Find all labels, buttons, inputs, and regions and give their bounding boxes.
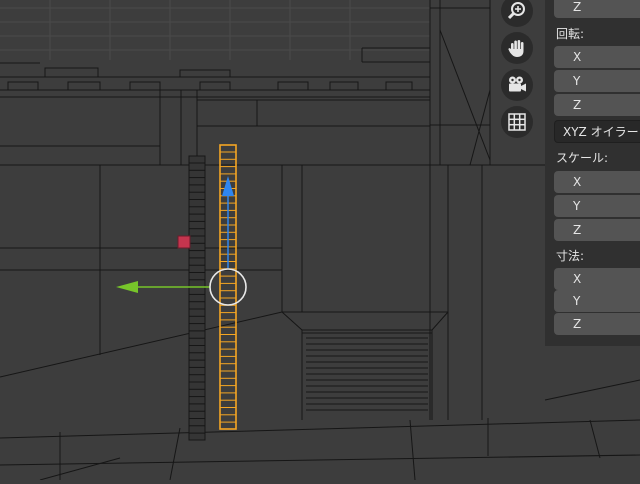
rotation-mode-value: XYZ オイラー (563, 125, 639, 139)
scale-y-axis-label: Y (573, 199, 581, 213)
location-z-axis-label: Z (573, 0, 582, 14)
location-z-field[interactable]: Z 0 (554, 0, 640, 18)
rotation-label: 回転: (556, 27, 585, 41)
transform-sidebar: Z 0 回転: X Y Z XYZ オイラー スケール: X Y Z 寸法: X… (545, 0, 640, 346)
scene-wireframe (0, 0, 640, 481)
pan-button[interactable] (501, 32, 533, 64)
scale-x-field[interactable]: X (554, 171, 640, 193)
dimensions-y-field[interactable]: Y (554, 290, 640, 312)
ortho-grid-icon (508, 113, 526, 131)
dimensions-x-axis-label: X (573, 272, 582, 286)
dimensions-z-field[interactable]: Z (554, 313, 640, 335)
rotation-mode-dropdown[interactable]: XYZ オイラー (554, 120, 640, 143)
scale-z-field[interactable]: Z (554, 219, 640, 241)
dimensions-x-field[interactable]: X (554, 268, 640, 290)
rotation-x-field[interactable]: X (554, 46, 640, 68)
scale-label: スケール: (556, 151, 609, 165)
rotation-z-axis-label: Z (573, 98, 582, 112)
scale-x-axis-label: X (573, 175, 582, 189)
dimensions-y-axis-label: Y (573, 294, 581, 308)
dimensions-label: 寸法: (556, 249, 585, 263)
rotation-y-axis-label: Y (573, 74, 581, 88)
ortho-toggle-button[interactable] (501, 106, 533, 138)
camera-view-button[interactable] (501, 69, 533, 101)
hand-pan-icon (508, 40, 524, 57)
dimensions-z-axis-label: Z (573, 317, 582, 331)
rotation-z-field[interactable]: Z (554, 94, 640, 116)
3d-viewport[interactable] (0, 0, 640, 481)
rotation-y-field[interactable]: Y (554, 70, 640, 92)
rotation-x-axis-label: X (573, 50, 582, 64)
scale-y-field[interactable]: Y (554, 195, 640, 217)
zoom-in-magnifier-icon (507, 2, 525, 20)
scale-z-axis-label: Z (573, 223, 582, 237)
camera-view-icon (509, 76, 526, 92)
red-cube-object[interactable] (177, 235, 191, 249)
